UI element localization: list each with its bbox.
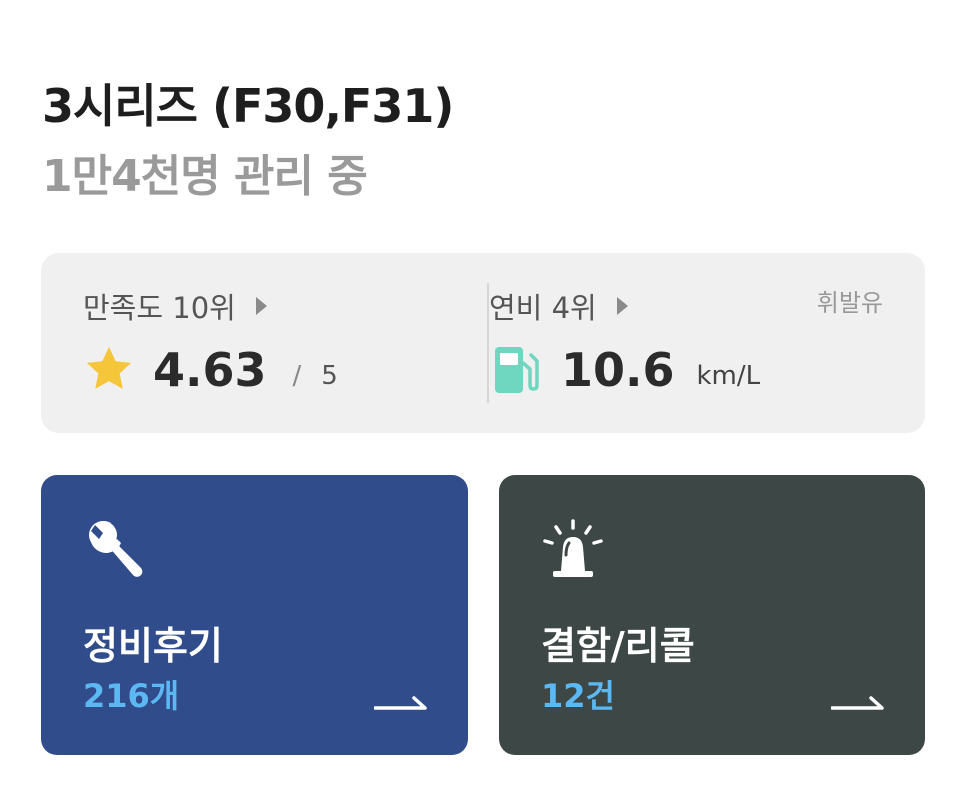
rating-separator: / — [292, 361, 302, 391]
defect-recall-card[interactable]: 결함/리콜 12건 — [499, 475, 925, 755]
satisfaction-rank-label: 만족도 10위 — [83, 291, 236, 325]
rating-value: 4.63 — [153, 343, 267, 397]
owner-count-subtitle: 1만4천명 관리 중 — [42, 151, 368, 202]
defect-recall-count: 12건 — [541, 677, 615, 715]
wrench-icon — [89, 521, 143, 577]
arrow-right-icon — [374, 696, 427, 710]
rating-max: 5 — [321, 361, 338, 391]
page-title: 3시리즈 (F30,F31) — [42, 79, 454, 133]
fuel-type-label: 휘발유 — [816, 289, 883, 317]
defect-recall-title: 결함/리콜 — [541, 624, 695, 668]
fuel-economy-rank-label: 연비 4위 — [489, 291, 597, 325]
caret-right-icon — [616, 297, 628, 315]
fuel-economy-value: 10.6 — [561, 343, 675, 397]
maintenance-review-count: 216개 — [83, 677, 180, 715]
satisfaction-rank-link[interactable]: 만족도 10위 — [83, 285, 267, 327]
rating-row: 4.63 / 5 — [83, 345, 338, 395]
fuel-economy-row: 10.6 km/L — [493, 345, 760, 395]
maintenance-review-title: 정비후기 — [83, 624, 223, 668]
arrow-right-icon — [831, 696, 884, 710]
fuel-pump-icon — [495, 347, 539, 393]
star-icon — [86, 346, 132, 389]
caret-right-icon — [255, 297, 267, 315]
siren-icon — [543, 519, 603, 577]
maintenance-review-card[interactable]: 정비후기 216개 — [41, 475, 468, 755]
fuel-economy-unit: km/L — [696, 361, 761, 391]
stats-panel: 만족도 10위 4.63 / 5 연비 4위 휘발유 10.6 km/L — [41, 253, 925, 433]
fuel-economy-rank-link[interactable]: 연비 4위 — [489, 285, 628, 327]
